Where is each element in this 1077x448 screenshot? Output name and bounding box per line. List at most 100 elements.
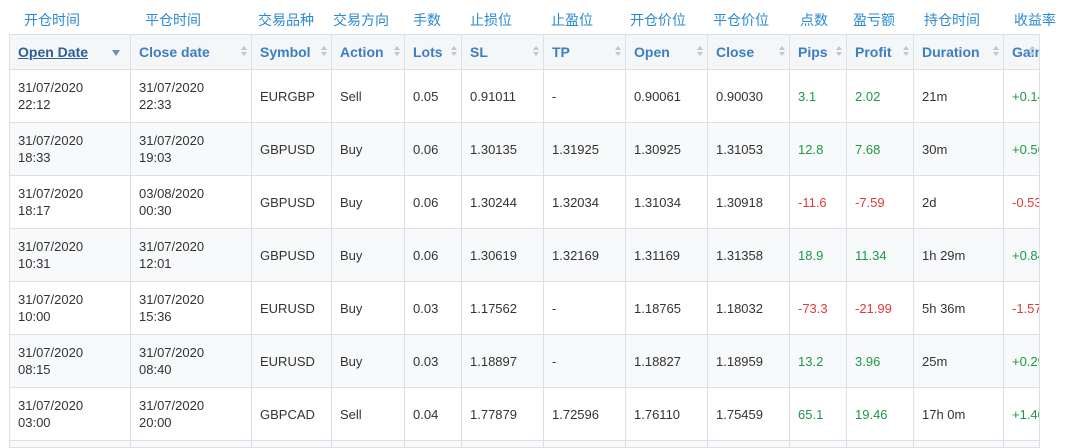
cell-duration: 5h 36m [913, 281, 1004, 335]
column-header-pips[interactable]: Pips [789, 34, 847, 70]
cell-pips: 13.2 [789, 334, 847, 388]
cell-open-price-value: 1.31169 [634, 247, 681, 263]
cell-pips: -73.3 [789, 281, 847, 335]
column-header-tp[interactable]: TP [543, 34, 626, 70]
cell-pips-value: 12.8 [798, 141, 824, 157]
cell-close-date-time: 15:36 [139, 309, 172, 324]
cell-open-date: 31/07/2020 18:17 [9, 175, 131, 229]
cell-lots-value: 0.05 [413, 88, 439, 104]
cell-close-date-time: 22:33 [139, 97, 172, 112]
cell-profit: -21.99 [846, 281, 914, 335]
cell-open-date: 31/07/2020 10:00 [9, 281, 131, 335]
cell-open-date-date: 31/07/2020 [18, 239, 84, 254]
column-header-label: Duration [922, 44, 980, 60]
cell-tp-value: - [552, 353, 557, 369]
trade-history-panel: 开仓时间 平仓时间 交易品种 交易方向 手数 止损位 止盈位 开仓价位 平仓价位… [0, 0, 1077, 448]
cn-header-gain: 收益率 [1014, 13, 1056, 29]
cell-sl-value: 1.30619 [470, 247, 517, 263]
cell-sl-value: 1.77879 [470, 406, 517, 422]
cell-close-price-value: 1.31053 [716, 141, 763, 157]
column-header-symbol[interactable]: Symbol [251, 34, 332, 70]
cn-header-open-date: 开仓时间 [24, 13, 80, 29]
cell-open-date-time: 10:00 [18, 309, 51, 324]
cell-lots-value: 0.06 [413, 247, 439, 263]
cell-action: Buy [331, 122, 405, 176]
column-header-profit[interactable]: Profit [846, 34, 914, 70]
cell-close-date-date: 31/07/2020 [139, 398, 205, 413]
cell-lots: 0.06 [404, 228, 462, 282]
cell-action: Buy [331, 228, 405, 282]
cell-tp-value: - [552, 88, 557, 104]
cell-open-date-time: 18:17 [18, 203, 51, 218]
cell-close-date: 31/07/2020 20:00 [130, 387, 252, 441]
cell-open-date-date: 31/07/2020 [18, 133, 84, 148]
table-cell-empty [625, 440, 708, 448]
cell-pips: -11.6 [789, 175, 847, 229]
sort-icon [533, 46, 539, 58]
cell-action: Buy [331, 175, 405, 229]
cell-action-value: Buy [340, 247, 363, 263]
column-header-gain[interactable]: Gain [1003, 34, 1040, 70]
cell-close-date-time: 12:01 [139, 256, 172, 271]
cell-tp: 1.32034 [543, 175, 626, 229]
cell-open-date: 31/07/2020 18:33 [9, 122, 131, 176]
column-header-lots[interactable]: Lots [404, 34, 462, 70]
cell-gain: +0.84% [1003, 228, 1040, 282]
column-header-open-date[interactable]: Open Date [9, 34, 131, 70]
cell-open-price-value: 1.30925 [634, 141, 681, 157]
cell-symbol: GBPUSD [251, 228, 332, 282]
table-cell-empty [543, 440, 626, 448]
cell-profit-value: 11.34 [855, 247, 887, 263]
cell-close-price: 1.18959 [707, 334, 790, 388]
cell-sl-value: 1.18897 [470, 353, 517, 369]
cell-close-date-date: 03/08/2020 [139, 186, 205, 201]
cell-open-price-value: 1.18765 [634, 300, 681, 316]
cell-close-price-value: 1.18959 [716, 353, 763, 369]
cell-open-price: 1.18827 [625, 334, 708, 388]
sort-icon [1029, 46, 1035, 58]
cell-sl-value: 0.91011 [470, 88, 517, 104]
cell-close-price-value: 1.30918 [716, 194, 763, 210]
column-header-close[interactable]: Close [707, 34, 790, 70]
column-header-sl[interactable]: SL [461, 34, 544, 70]
cell-open-date-time: 10:31 [18, 256, 51, 271]
table-row: 31/07/2020 22:12 31/07/2020 22:33 EURGBP Sell… [9, 69, 1040, 123]
column-header-label: Open [634, 44, 670, 60]
cell-action-value: Buy [340, 141, 363, 157]
cell-action-value: Buy [340, 300, 363, 316]
cell-pips-value: 18.9 [798, 247, 824, 263]
cell-tp-value: - [552, 300, 557, 316]
column-header-label: Profit [855, 44, 892, 60]
cell-tp: 1.72596 [543, 387, 626, 441]
cell-close-price-value: 0.90030 [716, 88, 763, 104]
cell-close-date-time: 19:03 [139, 150, 172, 165]
sort-icon [697, 46, 703, 58]
cell-tp: 1.31925 [543, 122, 626, 176]
table-cell-empty [1003, 440, 1040, 448]
cell-close-date: 31/07/2020 19:03 [130, 122, 252, 176]
cell-action: Sell [331, 387, 405, 441]
column-header-action[interactable]: Action [331, 34, 405, 70]
cell-pips-value: -73.3 [798, 300, 828, 316]
cell-action-value: Sell [340, 406, 362, 422]
cell-sl: 1.17562 [461, 281, 544, 335]
cell-tp: - [543, 69, 626, 123]
column-header-label: Action [340, 44, 384, 60]
cell-gain: +0.14% [1003, 69, 1040, 123]
cell-close-date-date: 31/07/2020 [139, 80, 205, 95]
cell-profit: 3.96 [846, 334, 914, 388]
cell-open-date-time: 08:15 [18, 362, 51, 377]
cell-close-price: 1.31358 [707, 228, 790, 282]
cell-pips: 12.8 [789, 122, 847, 176]
cell-gain-value: +0.56% [1012, 141, 1039, 157]
cell-lots: 0.04 [404, 387, 462, 441]
sort-icon [321, 46, 327, 58]
cell-open-price: 0.90061 [625, 69, 708, 123]
cell-open-price-value: 1.18827 [634, 353, 681, 369]
column-header-close-date[interactable]: Close date [130, 34, 252, 70]
column-header-label: TP [552, 44, 570, 60]
column-header-duration[interactable]: Duration [913, 34, 1004, 70]
column-header-open[interactable]: Open [625, 34, 708, 70]
cell-profit-value: -7.59 [855, 194, 885, 210]
cell-gain: +0.29% [1003, 334, 1040, 388]
